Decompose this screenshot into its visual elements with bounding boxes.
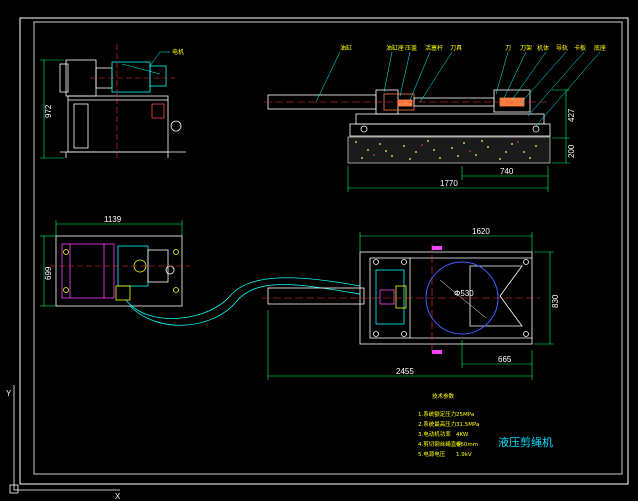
specs-list: 1.系统额定压力 25MPa 2.系统最高压力 31.5MPa 3.电动机功率 … [418,410,479,458]
ucs-y: Y [6,389,12,398]
part-label-7: 导轨 [556,44,568,52]
motor-label: 电机 [172,48,184,56]
spec-value-0: 25MPa [456,412,474,418]
part-label-3: 刀具 [450,45,462,52]
dim-plan-pump-width: 1139 [104,215,122,224]
spec-name-4: 5.电源电压 [418,450,446,458]
tube-label: 油缸 [340,44,352,52]
dim-front-height: 972 [44,104,53,118]
part-label-1: 压盖 [405,44,417,52]
ucs-x: X [115,492,121,501]
spec-name-1: 2.系统最高压力 [418,420,456,428]
dim-side-total: 1770 [440,179,458,188]
part-label-8: 卡板 [574,44,586,52]
side-view-machine [267,89,551,137]
spec-value-3: Φ60mm [456,442,478,448]
dim-plan-total: 2455 [396,367,414,376]
dim-side-upper: 427 [567,108,576,122]
inner-border [33,21,623,475]
part-label-9: 底座 [594,44,606,52]
ucs-icon [9,385,120,494]
drawing-title: 液压剪绳机 [498,435,553,449]
specs-heading: 技术参数 [432,392,455,400]
spec-name-2: 3.电动机功率 [418,430,451,438]
part-label-0: 油缸座 [386,44,404,52]
plan-pump-dims [40,220,183,307]
spec-name-0: 1.系统额定压力 [418,410,456,418]
dim-plan-top-width: 1620 [472,227,490,236]
part-label-6: 机体 [537,44,549,52]
cad-drawing: Y X 电机 972 油缸 油缸座 压盖 活塞杆 刀具 刀 刀架 机体 导轨 卡… [0,0,638,501]
dim-plan-diameter: Φ530 [454,289,474,298]
part-label-2: 活塞杆 [425,44,443,52]
front-view-pump [59,59,186,158]
plan-view-pump [55,235,183,307]
marker-top [432,246,442,250]
hose-2 [129,284,361,326]
side-leaders [315,51,601,127]
spec-value-4: 1.9kV [456,452,472,458]
dim-side-right: 740 [500,167,514,176]
foundation [347,136,551,164]
dim-plan-depth: 830 [551,294,560,308]
dim-plan-right: 665 [498,355,512,364]
dim-side-lower: 200 [567,144,576,158]
dim-plan-pump-depth: 699 [44,266,53,280]
part-label-5: 刀架 [520,44,532,52]
drawing-svg: Y X 电机 972 油缸 油缸座 压盖 活塞杆 刀具 刀 刀架 机体 导轨 卡… [6,17,629,501]
spec-value-2: 4KW [456,432,469,438]
marker-bottom [432,350,442,354]
part-label-4: 刀 [505,45,511,52]
spec-value-1: 31.5MPa [456,422,479,428]
